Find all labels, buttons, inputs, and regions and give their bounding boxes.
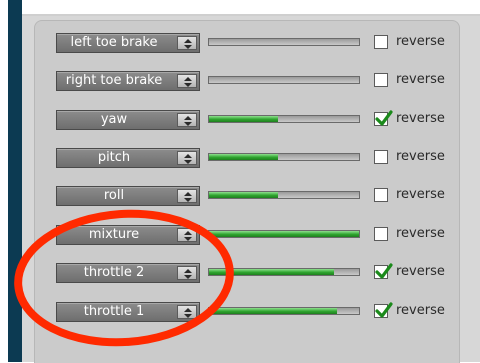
axis-level-fill bbox=[209, 154, 278, 160]
reverse-label: reverse bbox=[396, 303, 445, 318]
axis-level-slider[interactable] bbox=[208, 38, 360, 46]
reverse-label: reverse bbox=[396, 34, 445, 49]
updown-arrow-icon[interactable] bbox=[177, 305, 197, 319]
axis-select[interactable]: throttle 2 bbox=[56, 263, 200, 283]
axis-row: throttle 1 reverse bbox=[56, 302, 466, 324]
updown-arrow-icon[interactable] bbox=[177, 228, 197, 242]
axis-select[interactable]: left toe brake bbox=[56, 33, 200, 53]
reverse-label: reverse bbox=[396, 72, 445, 87]
reverse-checkbox[interactable] bbox=[374, 302, 393, 318]
axis-row: throttle 2 reverse bbox=[56, 263, 466, 285]
axis-level-slider[interactable] bbox=[208, 307, 360, 315]
reverse-label: reverse bbox=[396, 149, 445, 164]
updown-arrow-icon[interactable] bbox=[177, 74, 197, 88]
reverse-label: reverse bbox=[396, 264, 445, 279]
updown-arrow-icon[interactable] bbox=[177, 189, 197, 203]
axis-level-slider[interactable] bbox=[208, 76, 360, 84]
axis-select-label: right toe brake bbox=[65, 73, 163, 88]
axis-row: pitch reverse bbox=[56, 148, 466, 170]
updown-arrow-icon[interactable] bbox=[177, 36, 197, 50]
axis-select-label: pitch bbox=[97, 150, 131, 165]
axis-select-label: roll bbox=[103, 188, 125, 203]
axis-row: roll reverse bbox=[56, 186, 466, 208]
axis-level-slider[interactable] bbox=[208, 268, 360, 276]
axis-select-label: throttle 1 bbox=[83, 304, 145, 319]
axis-select[interactable]: right toe brake bbox=[56, 71, 200, 91]
axis-level-fill bbox=[209, 231, 359, 237]
reverse-checkbox[interactable] bbox=[374, 110, 393, 126]
updown-arrow-icon[interactable] bbox=[177, 151, 197, 165]
axis-row: mixture reverse bbox=[56, 225, 466, 247]
axis-row: right toe brake reverse bbox=[56, 71, 466, 93]
reverse-checkbox[interactable] bbox=[374, 73, 388, 87]
window-edge bbox=[8, 0, 22, 362]
axis-select[interactable]: roll bbox=[56, 186, 200, 206]
reverse-checkbox[interactable] bbox=[374, 263, 393, 279]
axis-select-label: yaw bbox=[100, 112, 128, 127]
top-strip bbox=[22, 0, 480, 14]
reverse-label: reverse bbox=[396, 111, 445, 126]
reverse-label: reverse bbox=[396, 187, 445, 202]
axis-select-label: left toe brake bbox=[70, 35, 158, 50]
axis-level-slider[interactable] bbox=[208, 191, 360, 199]
axis-level-slider[interactable] bbox=[208, 230, 360, 238]
reverse-checkbox[interactable] bbox=[374, 150, 388, 164]
axis-level-slider[interactable] bbox=[208, 153, 360, 161]
reverse-checkbox[interactable] bbox=[374, 227, 388, 241]
reverse-checkbox[interactable] bbox=[374, 188, 388, 202]
axis-row: yaw reverse bbox=[56, 110, 466, 132]
reverse-label: reverse bbox=[396, 226, 445, 241]
axis-select-label: throttle 2 bbox=[83, 265, 145, 280]
axis-select[interactable]: yaw bbox=[56, 110, 200, 130]
axis-level-fill bbox=[209, 269, 334, 275]
axis-row: left toe brake reverse bbox=[56, 33, 466, 55]
checkmark-icon bbox=[375, 302, 393, 318]
checkmark-icon bbox=[375, 263, 393, 279]
axis-level-fill bbox=[209, 116, 278, 122]
checkmark-icon bbox=[375, 110, 393, 126]
axis-level-slider[interactable] bbox=[208, 115, 360, 123]
updown-arrow-icon[interactable] bbox=[177, 266, 197, 280]
axis-level-fill bbox=[209, 192, 278, 198]
updown-arrow-icon[interactable] bbox=[177, 113, 197, 127]
axis-select-label: mixture bbox=[88, 227, 140, 242]
axis-select[interactable]: throttle 1 bbox=[56, 302, 200, 322]
reverse-checkbox[interactable] bbox=[374, 35, 388, 49]
axis-select[interactable]: pitch bbox=[56, 148, 200, 168]
axis-level-fill bbox=[209, 308, 337, 314]
axis-select[interactable]: mixture bbox=[56, 225, 200, 245]
